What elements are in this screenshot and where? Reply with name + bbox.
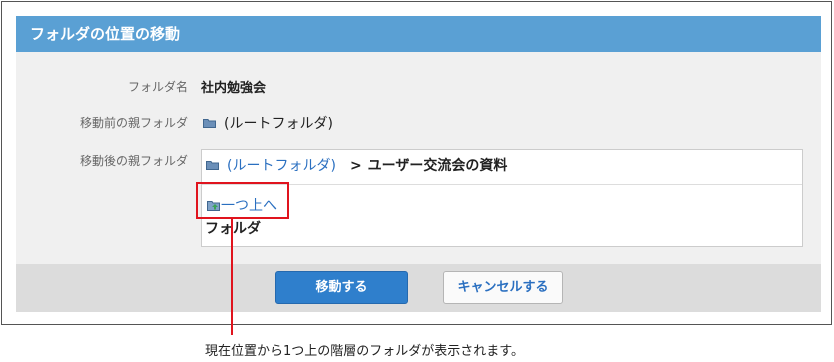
folder-name-value: 社内勉強会 <box>201 81 267 96</box>
root-folder-link[interactable]: (ルートフォルダ) <box>227 158 336 174</box>
folder-icon <box>203 119 216 128</box>
current-parent-value: (ルートフォルダ) <box>203 113 333 133</box>
move-folder-dialog: フォルダの位置の移動 フォルダ名 社内勉強会 移動前の親フォルダ (ルートフォル… <box>16 16 821 312</box>
destination-folder-browser: (ルートフォルダ) > ユーザー交流会の資料 一つ上へ フォルダ <box>201 149 803 247</box>
current-parent-label: 移動前の親フォルダ <box>79 116 188 130</box>
annotation-caption: 現在位置から1つ上の階層のフォルダが表示されます。 <box>205 344 524 359</box>
folders-heading: フォルダ <box>205 221 261 237</box>
annotation-pointer-line <box>231 219 233 335</box>
cancel-button[interactable]: キャンセルする <box>443 271 563 304</box>
new-parent-label: 移動後の親フォルダ <box>79 154 188 168</box>
current-folder-name: ユーザー交流会の資料 <box>367 158 508 174</box>
folder-icon <box>206 161 219 170</box>
breadcrumb: (ルートフォルダ) > ユーザー交流会の資料 <box>206 154 507 182</box>
dialog-title: フォルダの位置の移動 <box>16 16 821 52</box>
folder-name-label: フォルダ名 <box>127 80 188 94</box>
annotation-highlight-box <box>196 182 289 219</box>
breadcrumb-separator: > <box>349 158 362 174</box>
screenshot-frame: フォルダの位置の移動 フォルダ名 社内勉強会 移動前の親フォルダ (ルートフォル… <box>1 1 832 325</box>
divider <box>202 184 802 185</box>
current-parent-text: (ルートフォルダ) <box>224 116 333 132</box>
move-button[interactable]: 移動する <box>275 271 408 304</box>
dialog-footer: 移動する キャンセルする <box>16 264 821 312</box>
